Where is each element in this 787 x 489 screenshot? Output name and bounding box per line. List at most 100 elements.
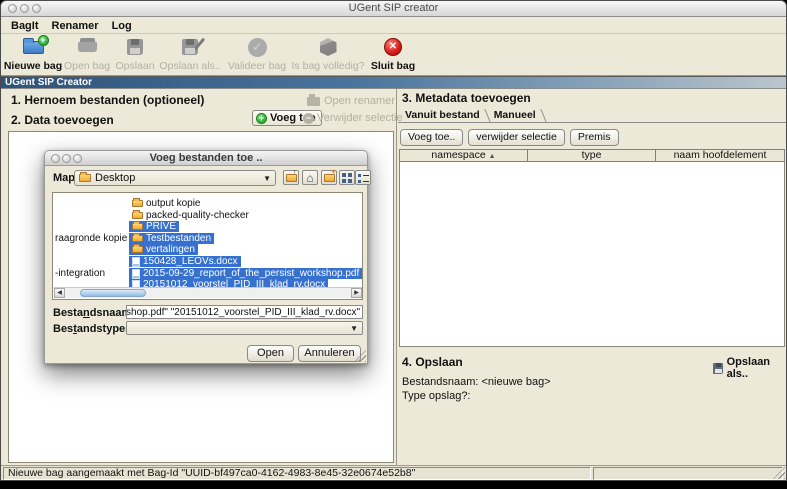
scroll-left-icon[interactable]: ◀ [54, 288, 65, 298]
renamer-icon [307, 97, 320, 106]
clipped-file-label[interactable]: raagronde kopie [55, 233, 127, 244]
chevron-down-icon: ▼ [263, 174, 271, 183]
opslaan-als-link[interactable]: Opslaan als.. [713, 356, 786, 380]
status-spacer [593, 467, 783, 480]
open-bag-button: Open bag [63, 36, 111, 72]
type-opslag-label: Type opslag?: [402, 390, 471, 402]
tab-vanuit-bestand[interactable]: Vanuit bestand [400, 109, 486, 122]
add-icon: + [256, 113, 267, 124]
valideer-bag-button: Valideer bag [225, 36, 289, 72]
annuleren-button[interactable]: Annuleren [298, 345, 361, 362]
dialog-titlebar[interactable]: Voeg bestanden toe .. [44, 150, 368, 166]
is-bag-volledig-button: Is bag volledig? [289, 36, 367, 72]
file-row-selected[interactable]: 2015-09-29_report_of_the_persist_worksho… [129, 268, 362, 279]
premis-button[interactable]: Premis [570, 129, 619, 146]
map-combobox[interactable]: Desktop ▼ [74, 170, 276, 186]
file-icon [132, 257, 140, 267]
file-list[interactable]: raagronde kopie -integration output kopi… [52, 192, 363, 300]
file-row[interactable]: packed-quality-checker [129, 210, 252, 221]
frame-header: UGent SIP Creator [1, 76, 786, 89]
list-view-icon [358, 173, 369, 183]
file-row-selected[interactable]: vertalingen [129, 244, 198, 255]
menubar: BagIt Renamer Log [1, 18, 786, 34]
new-bag-folder-icon: + [23, 41, 44, 54]
open-renamer-button: Open renamer [307, 95, 395, 107]
toolbar: + Nieuwe bag Open bag Opslaan Opslaan al… [1, 34, 786, 76]
floppy-icon [713, 363, 723, 374]
bestandsnaam-label: Bestandsnaam [53, 307, 131, 319]
folder-icon [79, 174, 91, 182]
column-header-naam-hoofdelement[interactable]: naam hoofdelement [655, 150, 784, 161]
metadata-table-body[interactable] [399, 162, 785, 347]
section1-title: 1. Hernoem bestanden (optioneel) [11, 93, 204, 107]
panel-divider [396, 89, 397, 465]
app-window: UGent SIP creator BagIt Renamer Log + Ni… [0, 0, 787, 481]
folder-icon [132, 246, 143, 253]
grid-view-button[interactable] [339, 170, 355, 185]
bestandsnaam-input[interactable]: _persist_workshop.pdf" "20151012_voorste… [126, 305, 363, 319]
close-bag-icon [384, 38, 402, 56]
bestandsnaam-value: Bestandsnaam: <nieuwe bag> [402, 376, 551, 388]
column-header-namespace[interactable]: namespace ▲ [400, 150, 527, 161]
sort-asc-icon: ▲ [489, 153, 496, 160]
home-icon: ⌂ [306, 173, 313, 183]
tab-manueel[interactable]: Manueel [489, 109, 542, 122]
voeg-bestanden-dialog: Voeg bestanden toe .. Map: Desktop ▼ ⌂ r… [44, 150, 368, 364]
cube-icon [320, 38, 337, 56]
open-button[interactable]: Open [247, 345, 294, 362]
chevron-down-icon: ▼ [350, 324, 358, 333]
menu-bagit[interactable]: BagIt [11, 20, 39, 32]
home-button[interactable]: ⌂ [302, 170, 318, 185]
scrollbar-thumb[interactable] [80, 289, 146, 297]
folder-icon [132, 212, 143, 219]
file-row-selected[interactable]: 150428_LEOVs.docx [129, 256, 241, 267]
list-view-button[interactable] [355, 170, 371, 185]
statusbar: Nieuwe bag aangemaakt met Bag-Id "UUID-b… [1, 465, 786, 480]
remove-icon: − [303, 113, 314, 124]
save-as-icon [182, 39, 198, 55]
opslaan-als-button: Opslaan als.. [159, 36, 221, 72]
plus-badge-icon: + [38, 35, 49, 46]
verwijder-selectie-button: − Verwijder selectie [303, 112, 403, 124]
up-folder-button[interactable] [283, 170, 299, 185]
file-row-selected[interactable]: PRIVE [129, 221, 179, 232]
section2-title: 2. Data toevoegen [11, 113, 114, 127]
metadata-table-header: namespace ▲ type naam hoofdelement [399, 149, 785, 162]
section3-title: 3. Metadata toevoegen [402, 91, 531, 105]
menu-renamer[interactable]: Renamer [52, 20, 99, 32]
new-folder-icon [324, 174, 335, 182]
validate-check-icon [248, 38, 267, 57]
window-titlebar: UGent SIP creator [1, 1, 786, 17]
file-row[interactable]: output kopie [129, 198, 204, 209]
meta-verwijder-selectie-button[interactable]: verwijder selectie [468, 129, 565, 146]
menu-log[interactable]: Log [112, 20, 132, 32]
grid-view-icon [342, 173, 352, 183]
open-bag-icon [78, 42, 97, 52]
bestandstypes-combobox[interactable]: ▼ [126, 321, 363, 335]
sluit-bag-button[interactable]: Sluit bag [369, 36, 417, 72]
status-message: Nieuwe bag aangemaakt met Bag-Id "UUID-b… [3, 467, 591, 480]
column-header-type[interactable]: type [527, 150, 655, 161]
scroll-right-icon[interactable]: ▶ [351, 288, 362, 298]
dialog-body: Map: Desktop ▼ ⌂ raagronde kopie -integr… [44, 166, 368, 364]
pencil-icon [194, 38, 205, 51]
folder-icon [132, 223, 143, 230]
section4-title: 4. Opslaan [402, 355, 463, 369]
new-folder-button[interactable] [321, 170, 337, 185]
opslaan-button: Opslaan [113, 36, 157, 72]
meta-voeg-toe-button[interactable]: Voeg toe.. [400, 129, 463, 146]
bestandstypes-label: Bestandstypes [53, 323, 131, 335]
folder-icon [132, 235, 143, 242]
file-icon [132, 269, 140, 279]
horizontal-scrollbar[interactable]: ◀ ▶ [54, 287, 362, 298]
file-row-selected[interactable]: Testbestanden [129, 233, 214, 244]
dialog-title: Voeg bestanden toe .. [45, 152, 367, 164]
up-folder-icon [286, 174, 297, 182]
clipped-file-label[interactable]: -integration [55, 268, 105, 279]
folder-icon [132, 200, 143, 207]
save-icon [127, 39, 143, 55]
metadata-buttons: Voeg toe.. verwijder selectie Premis [400, 129, 619, 146]
window-title: UGent SIP creator [1, 2, 786, 14]
nieuwe-bag-button[interactable]: + Nieuwe bag [3, 36, 63, 72]
metadata-tabs: Vanuit bestand Manueel [398, 108, 786, 123]
